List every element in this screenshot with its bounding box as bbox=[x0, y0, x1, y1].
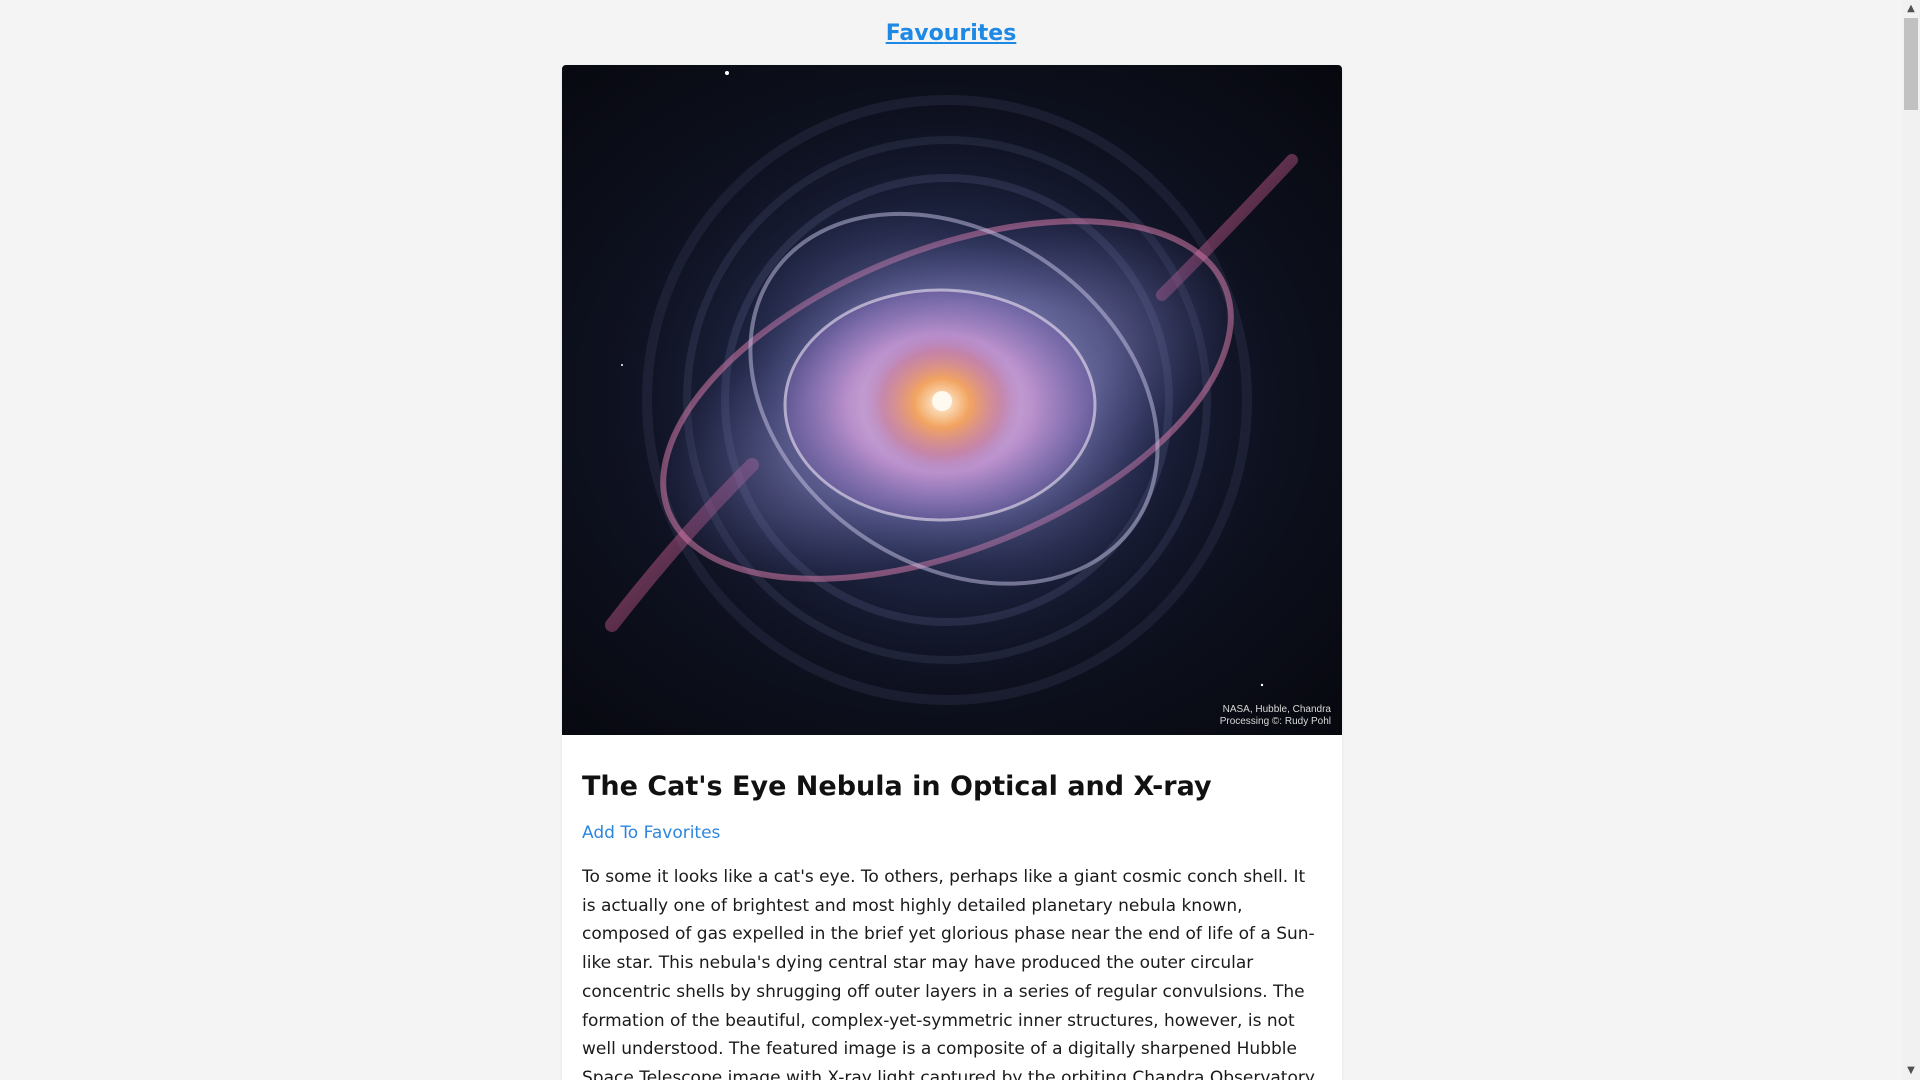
page: Favourites NASA, Hubble, Chandra Process… bbox=[0, 0, 1920, 1080]
add-to-favorites-link[interactable]: Add To Favorites bbox=[582, 821, 720, 845]
card-body: The Cat's Eye Nebula in Optical and X-ra… bbox=[562, 735, 1342, 1080]
apod-title: The Cat's Eye Nebula in Optical and X-ra… bbox=[582, 771, 1212, 802]
main-content: Favourites NASA, Hubble, Chandra Process… bbox=[0, 0, 1902, 1080]
chevron-up-icon[interactable]: ▲ bbox=[1902, 0, 1920, 18]
vertical-scrollbar[interactable]: ▲ ▼ bbox=[1902, 0, 1920, 1080]
image-credit-line-1: NASA, Hubble, Chandra bbox=[1222, 704, 1331, 715]
favourites-nav-link[interactable]: Favourites bbox=[0, 20, 1902, 48]
chevron-down-icon[interactable]: ▼ bbox=[1902, 1062, 1920, 1080]
nebula-illustration bbox=[587, 71, 1307, 720]
apod-card: NASA, Hubble, Chandra Processing ©: Rudy… bbox=[562, 65, 1342, 1080]
apod-explanation: To some it looks like a cat's eye. To ot… bbox=[582, 867, 1318, 1080]
image-credit: NASA, Hubble, Chandra Processing ©: Rudy… bbox=[1220, 704, 1331, 728]
scrollbar-thumb[interactable] bbox=[1904, 18, 1918, 110]
image-credit-line-2: Processing ©: Rudy Pohl bbox=[1219, 716, 1331, 727]
nebula-image: NASA, Hubble, Chandra Processing ©: Rudy… bbox=[562, 65, 1342, 735]
